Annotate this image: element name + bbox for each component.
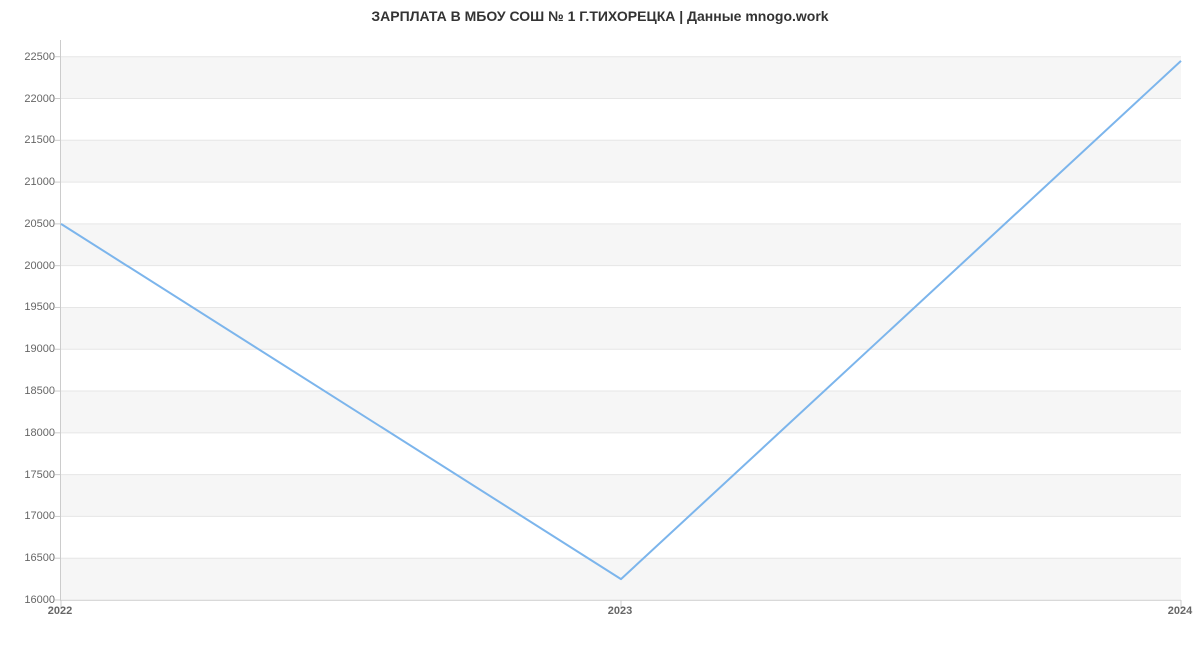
x-tick-label: 2024 <box>1168 605 1192 617</box>
x-tick-label: 2022 <box>48 605 72 617</box>
grid-band <box>61 516 1181 558</box>
y-tick-label: 18000 <box>24 427 55 439</box>
y-tick-label: 17000 <box>24 510 55 522</box>
y-tick-label: 21000 <box>24 176 55 188</box>
grid-band <box>61 475 1181 517</box>
y-tick-label: 17500 <box>24 469 55 481</box>
chart-svg <box>61 40 1181 600</box>
grid-band <box>61 391 1181 433</box>
chart-title: ЗАРПЛАТА В МБОУ СОШ № 1 Г.ТИХОРЕЦКА | Да… <box>0 8 1200 24</box>
y-tick-label: 19000 <box>24 343 55 355</box>
y-tick-label: 22000 <box>24 93 55 105</box>
grid-band <box>61 307 1181 349</box>
chart-container: ЗАРПЛАТА В МБОУ СОШ № 1 Г.ТИХОРЕЦКА | Да… <box>0 0 1200 650</box>
grid-band <box>61 99 1181 141</box>
grid-band <box>61 140 1181 182</box>
grid-band <box>61 433 1181 475</box>
grid-band <box>61 349 1181 391</box>
y-tick-label: 19500 <box>24 301 55 313</box>
grid-band <box>61 224 1181 266</box>
y-tick-label: 20000 <box>24 260 55 272</box>
y-tick-label: 20500 <box>24 218 55 230</box>
plot-area <box>60 40 1181 601</box>
x-tick-label: 2023 <box>608 605 632 617</box>
y-tick-label: 18500 <box>24 385 55 397</box>
grid-band <box>61 57 1181 99</box>
y-tick-label: 21500 <box>24 134 55 146</box>
grid-band <box>61 266 1181 308</box>
y-tick-label: 22500 <box>24 51 55 63</box>
y-tick-label: 16500 <box>24 552 55 564</box>
